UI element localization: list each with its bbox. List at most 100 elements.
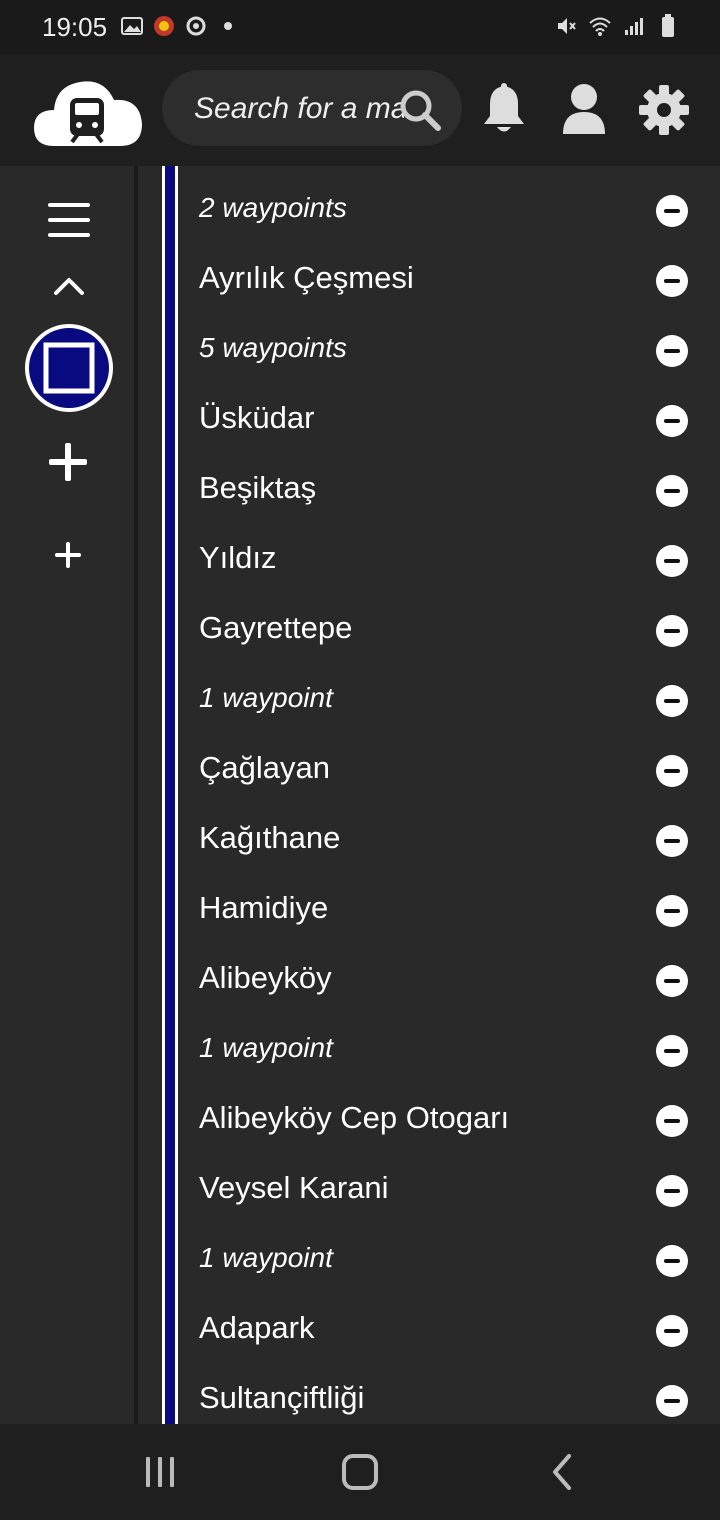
signal-icon xyxy=(622,14,646,38)
station-name: Ayrılık Çeşmesi xyxy=(199,260,414,295)
station-name: Çağlayan xyxy=(199,750,330,785)
station-row[interactable]: Kağıthane xyxy=(138,806,720,876)
station-row[interactable]: Veysel Karani xyxy=(138,1156,720,1226)
plus-small-icon[interactable] xyxy=(54,541,82,569)
back-icon[interactable] xyxy=(532,1448,592,1496)
minus-icon xyxy=(664,1049,680,1053)
station-row[interactable]: Yıldız xyxy=(138,526,720,596)
remove-stop-button[interactable] xyxy=(656,1105,688,1137)
sidebar xyxy=(0,166,134,1424)
remove-stop-button[interactable] xyxy=(656,265,688,297)
square-stop-icon[interactable] xyxy=(24,323,114,413)
remove-stop-button[interactable] xyxy=(656,965,688,997)
waypoint-count-label: 1 waypoint xyxy=(199,682,333,713)
station-name: Gayrettepe xyxy=(199,610,353,645)
remove-stop-button[interactable] xyxy=(656,1385,688,1417)
station-row[interactable]: Sultançiftliği xyxy=(138,1366,720,1424)
waypoint-group-row[interactable]: 2 waypoints xyxy=(138,176,720,246)
minus-icon xyxy=(664,559,680,563)
sync-icon xyxy=(184,14,208,38)
mute-icon xyxy=(554,14,578,38)
status-time: 19:05 xyxy=(42,12,108,42)
station-name: Yıldız xyxy=(199,540,277,575)
waypoint-count-label: 5 waypoints xyxy=(199,332,347,363)
train-cloud-logo[interactable] xyxy=(32,70,144,150)
station-name: Alibeyköy xyxy=(199,960,332,995)
plus-icon[interactable] xyxy=(47,441,89,483)
bell-icon[interactable] xyxy=(480,82,528,136)
waypoint-group-row[interactable]: 1 waypoint xyxy=(138,1016,720,1086)
station-name: Kağıthane xyxy=(199,820,341,855)
user-icon[interactable] xyxy=(560,82,608,136)
remove-stop-button[interactable] xyxy=(656,475,688,507)
station-name: Adapark xyxy=(199,1310,315,1345)
remove-stop-button[interactable] xyxy=(656,195,688,227)
wifi-icon xyxy=(588,14,612,38)
battery-icon xyxy=(656,14,680,38)
waypoint-count-label: 2 waypoints xyxy=(199,192,347,223)
remove-stop-button[interactable] xyxy=(656,1175,688,1207)
search-input[interactable] xyxy=(192,88,406,130)
minus-icon xyxy=(664,839,680,843)
waypoint-count-label: 1 waypoint xyxy=(199,1242,333,1273)
minus-icon xyxy=(664,979,680,983)
minus-icon xyxy=(664,279,680,283)
remove-stop-button[interactable] xyxy=(656,335,688,367)
remove-stop-button[interactable] xyxy=(656,1315,688,1347)
dot-icon xyxy=(216,14,240,38)
remove-stop-button[interactable] xyxy=(656,895,688,927)
menu-icon[interactable] xyxy=(46,200,92,240)
waypoint-count-label: 1 waypoint xyxy=(199,1032,333,1063)
minus-icon xyxy=(664,629,680,633)
home-icon[interactable] xyxy=(330,1448,390,1496)
minus-icon xyxy=(664,419,680,423)
status-bar: 19:05 xyxy=(0,0,720,54)
station-row[interactable]: Gayrettepe xyxy=(138,596,720,666)
minus-icon xyxy=(664,699,680,703)
minus-icon xyxy=(664,209,680,213)
remove-stop-button[interactable] xyxy=(656,615,688,647)
station-name: Veysel Karani xyxy=(199,1170,389,1205)
waypoint-group-row[interactable]: 1 waypoint xyxy=(138,666,720,736)
station-name: Sultançiftliği xyxy=(199,1380,365,1415)
minus-icon xyxy=(664,1259,680,1263)
station-row[interactable]: Çağlayan xyxy=(138,736,720,806)
recent-apps-icon[interactable] xyxy=(130,1448,190,1496)
minus-icon xyxy=(664,1189,680,1193)
station-row[interactable]: Adapark xyxy=(138,1296,720,1366)
minus-icon xyxy=(664,1119,680,1123)
minus-icon xyxy=(664,909,680,913)
remove-stop-button[interactable] xyxy=(656,685,688,717)
navigation-bar xyxy=(0,1424,720,1520)
station-name: Üsküdar xyxy=(199,400,315,435)
station-name: Hamidiye xyxy=(199,890,329,925)
waypoint-group-row[interactable]: 1 waypoint xyxy=(138,1226,720,1296)
status-icons-right xyxy=(554,14,680,38)
search-icon[interactable] xyxy=(398,88,442,132)
minus-icon xyxy=(664,489,680,493)
app-bar xyxy=(0,54,720,166)
app-notification-icon xyxy=(152,14,176,38)
chevron-up-icon[interactable] xyxy=(52,274,86,298)
station-row[interactable]: Ayrılık Çeşmesi xyxy=(138,246,720,316)
station-row[interactable]: Hamidiye xyxy=(138,876,720,946)
gear-icon[interactable] xyxy=(638,84,690,136)
station-name: Alibeyköy Cep Otogarı xyxy=(199,1100,510,1135)
remove-stop-button[interactable] xyxy=(656,1035,688,1067)
search-bar[interactable] xyxy=(162,70,462,146)
minus-icon xyxy=(664,1399,680,1403)
station-name: Beşiktaş xyxy=(199,470,317,505)
gallery-icon xyxy=(120,14,144,38)
station-row[interactable]: Beşiktaş xyxy=(138,456,720,526)
remove-stop-button[interactable] xyxy=(656,825,688,857)
waypoint-group-row[interactable]: 5 waypoints xyxy=(138,316,720,386)
remove-stop-button[interactable] xyxy=(656,545,688,577)
station-row[interactable]: Üsküdar xyxy=(138,386,720,456)
remove-stop-button[interactable] xyxy=(656,405,688,437)
remove-stop-button[interactable] xyxy=(656,1245,688,1277)
station-row[interactable]: Alibeyköy xyxy=(138,946,720,1016)
remove-stop-button[interactable] xyxy=(656,755,688,787)
station-row[interactable]: Alibeyköy Cep Otogarı xyxy=(138,1086,720,1156)
route-panel: 2 waypoints Ayrılık Çeşmesi 5 waypoints Üsk… xyxy=(138,166,720,1424)
minus-icon xyxy=(664,349,680,353)
